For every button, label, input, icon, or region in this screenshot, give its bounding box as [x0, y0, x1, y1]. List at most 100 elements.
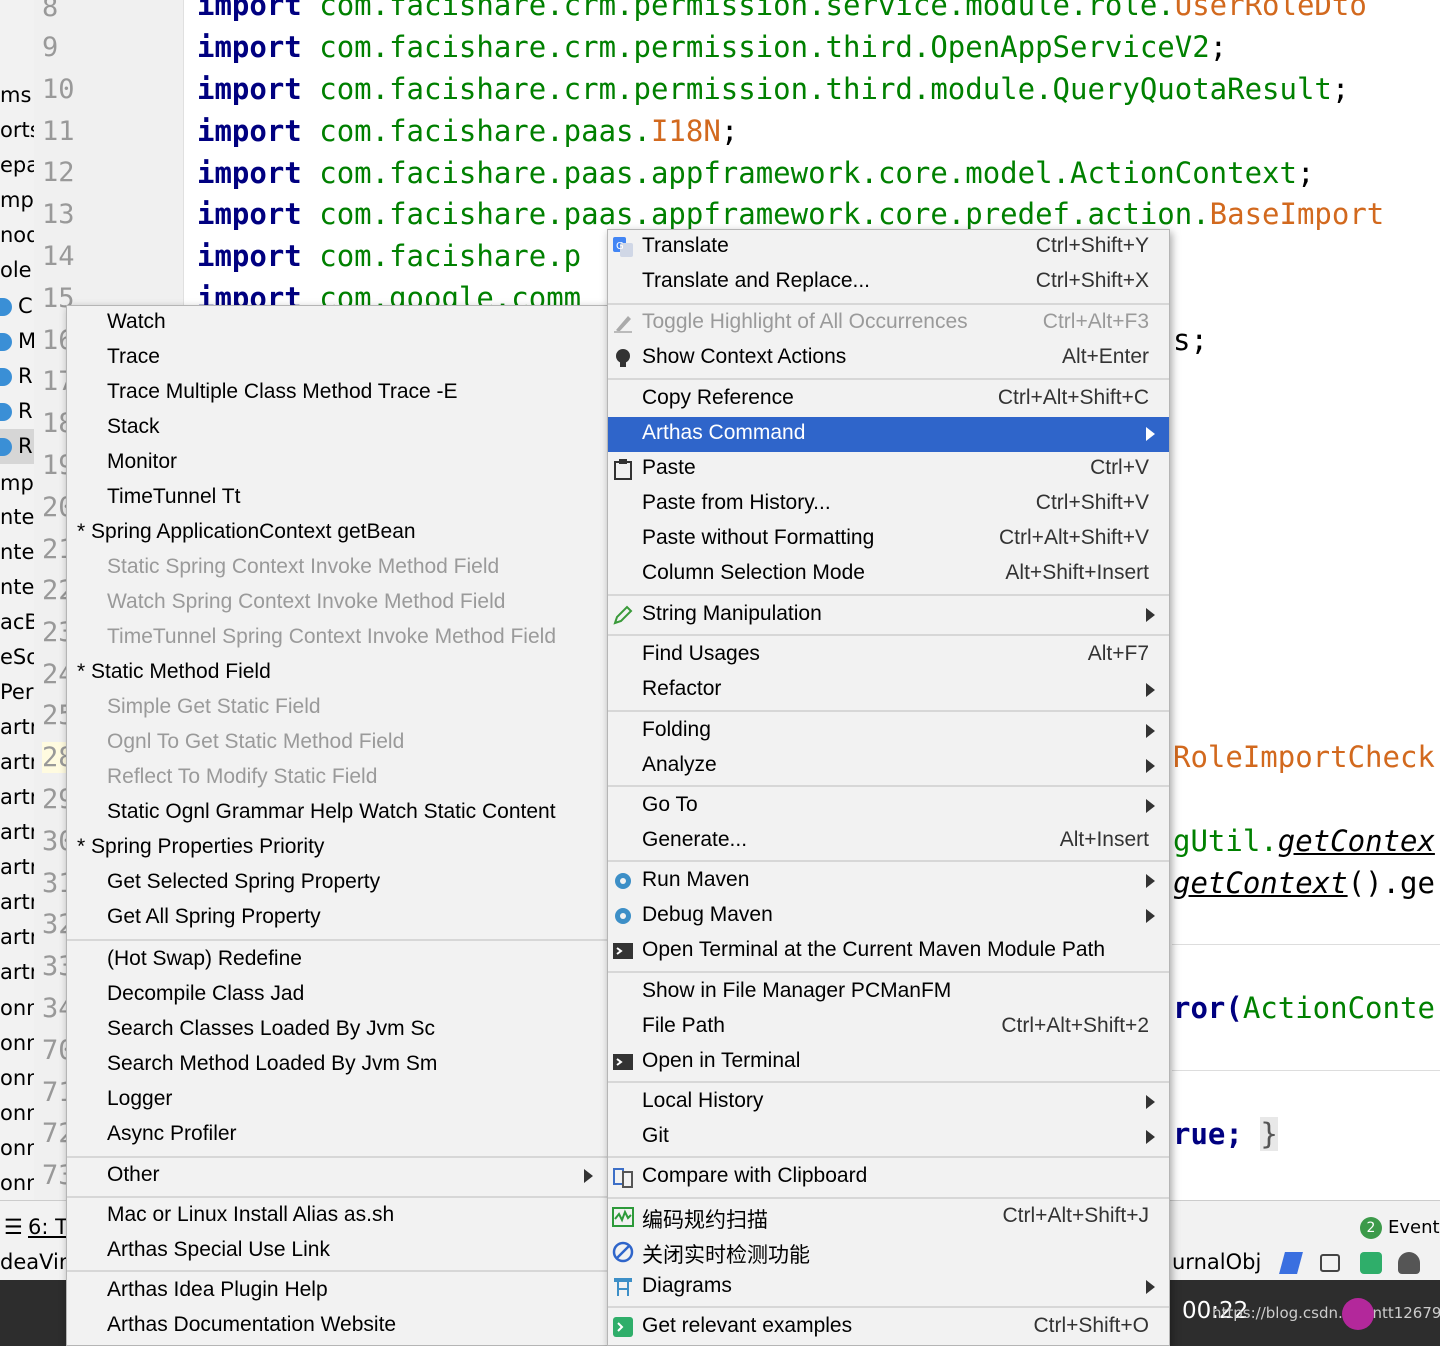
- context-item-compare-with-clipboard[interactable]: Compare with Clipboard: [608, 1160, 1169, 1195]
- tree-item[interactable]: artr: [0, 710, 34, 745]
- context-item-item[interactable]: 编码规约扫描 Ctrl+Alt+Shift+J: [608, 1200, 1169, 1235]
- tree-item[interactable]: onn: [0, 1061, 34, 1096]
- context-item-folding[interactable]: Folding: [608, 714, 1169, 749]
- tree-item[interactable]: artr: [0, 745, 34, 780]
- arthas-item-timetunnel-tt[interactable]: TimeTunnel Tt: [67, 481, 607, 516]
- arthas-item-other[interactable]: Other: [67, 1159, 607, 1194]
- tree-item[interactable]: nter: [0, 570, 34, 605]
- context-item-string-manipulation[interactable]: String Manipulation: [608, 598, 1169, 633]
- tree-item[interactable]: Per: [0, 675, 33, 710]
- arthas-item-arthas-documentation-website[interactable]: Arthas Documentation Website: [67, 1309, 607, 1344]
- tree-item[interactable]: onn: [0, 1131, 34, 1166]
- arthas-item-mac-or-linux-install-alias-as-sh[interactable]: Mac or Linux Install Alias as.sh: [67, 1199, 607, 1234]
- context-item-analyze[interactable]: Analyze: [608, 749, 1169, 784]
- code-line[interactable]: import com.facishare.p: [197, 239, 581, 273]
- arthas-item-get-selected-spring-property[interactable]: Get Selected Spring Property: [67, 866, 607, 901]
- code-line[interactable]: import com.facishare.crm.permission.thir…: [197, 30, 1227, 64]
- arthas-item-search-classes-loaded-by-jvm-sc[interactable]: Search Classes Loaded By Jvm Sc: [67, 1013, 607, 1048]
- tree-item[interactable]: artr: [0, 780, 34, 815]
- tree-item[interactable]: ms: [0, 78, 31, 113]
- arthas-item-spring-properties-priority[interactable]: * Spring Properties Priority: [67, 831, 607, 866]
- arthas-item-monitor[interactable]: Monitor: [67, 446, 607, 481]
- context-item-debug-maven[interactable]: Debug Maven: [608, 899, 1169, 934]
- arthas-item-static-ognl-grammar-help-watch-static-content[interactable]: Static Ognl Grammar Help Watch Static Co…: [67, 796, 607, 831]
- arthas-item-get-all-spring-property[interactable]: Get All Spring Property: [67, 901, 607, 936]
- arthas-item-hot-swap-redefine[interactable]: (Hot Swap) Redefine: [67, 943, 607, 978]
- tree-item[interactable]: R: [0, 394, 33, 429]
- tree-item[interactable]: nod: [0, 218, 34, 253]
- arthas-item-arthas-idea-plugin-help[interactable]: Arthas Idea Plugin Help: [67, 1274, 607, 1309]
- code-line[interactable]: import com.facishare.crm.permission.serv…: [197, 0, 1367, 22]
- tree-item[interactable]: onn: [0, 1166, 34, 1200]
- terminal-status-icon[interactable]: [1360, 1252, 1382, 1274]
- tree-item[interactable]: nter: [0, 500, 34, 535]
- context-item-get-relevant-examples[interactable]: Get relevant examples Ctrl+Shift+O: [608, 1310, 1169, 1345]
- code-line[interactable]: import com.facishare.paas.appframework.c…: [197, 197, 1384, 231]
- context-item-find-usages[interactable]: Find Usages Alt+F7: [608, 638, 1169, 673]
- tree-item[interactable]: mp: [0, 183, 34, 218]
- context-item-refactor[interactable]: Refactor: [608, 673, 1169, 708]
- tree-item[interactable]: mp: [0, 466, 34, 501]
- arthas-item-trace[interactable]: Trace: [67, 341, 607, 376]
- tree-item[interactable]: nter: [0, 535, 34, 570]
- context-item-git[interactable]: Git: [608, 1120, 1169, 1155]
- tree-item[interactable]: M: [0, 324, 34, 359]
- tree-item[interactable]: onn: [0, 1096, 34, 1131]
- context-item-file-path[interactable]: File Path Ctrl+Alt+Shift+2: [608, 1010, 1169, 1045]
- tree-item[interactable]: artr: [0, 815, 34, 850]
- tree-item[interactable]: ole: [0, 253, 32, 288]
- context-item-generate[interactable]: Generate... Alt+Insert: [608, 824, 1169, 859]
- tree-item-selected[interactable]: R: [0, 429, 34, 464]
- context-item-open-in-terminal[interactable]: Open in Terminal: [608, 1045, 1169, 1080]
- inspector-icon[interactable]: [1398, 1252, 1420, 1274]
- tree-item[interactable]: onn: [0, 991, 34, 1026]
- arthas-item-arthas-special-use-link[interactable]: Arthas Special Use Link: [67, 1234, 607, 1269]
- context-item-arthas-command[interactable]: Arthas Command: [608, 417, 1169, 452]
- project-tree[interactable]: ms orts epa mp nod ole C M R R R mp nter…: [0, 0, 34, 1200]
- context-item-column-selection-mode[interactable]: Column Selection Mode Alt+Shift+Insert: [608, 557, 1169, 592]
- code-fragment: rue; }: [1173, 1117, 1278, 1151]
- checkmark-icon[interactable]: [1279, 1252, 1303, 1274]
- arthas-item-decompile-class-jad[interactable]: Decompile Class Jad: [67, 978, 607, 1013]
- code-line[interactable]: import com.facishare.paas.I18N;: [197, 114, 738, 148]
- context-item-go-to[interactable]: Go To: [608, 789, 1169, 824]
- tree-item[interactable]: C: [0, 289, 33, 324]
- event-log-button[interactable]: Event: [1388, 1217, 1440, 1238]
- context-item-open-terminal-at-the-current-maven-module-path[interactable]: Open Terminal at the Current Maven Modul…: [608, 934, 1169, 969]
- context-item-item[interactable]: 关闭实时检测功能: [608, 1235, 1169, 1270]
- tree-item[interactable]: eSo: [0, 640, 34, 675]
- code-punct: ;: [1296, 156, 1315, 190]
- arthas-item-watch[interactable]: Watch: [67, 306, 607, 341]
- app-tray-icon[interactable]: [1342, 1298, 1374, 1330]
- tree-item[interactable]: orts: [0, 113, 34, 148]
- context-item-paste-from-history[interactable]: Paste from History... Ctrl+Shift+V: [608, 487, 1169, 522]
- context-item-copy-reference[interactable]: Copy Reference Ctrl+Alt+Shift+C: [608, 382, 1169, 417]
- context-item-paste-without-formatting[interactable]: Paste without Formatting Ctrl+Alt+Shift+V: [608, 522, 1169, 557]
- code-line[interactable]: import com.facishare.crm.permission.thir…: [197, 72, 1349, 106]
- tree-item[interactable]: epa: [0, 148, 34, 183]
- context-item-translate-and-replace[interactable]: Translate and Replace... Ctrl+Shift+X: [608, 265, 1169, 300]
- arthas-item-static-method-field[interactable]: * Static Method Field: [67, 656, 607, 691]
- tree-item[interactable]: artr: [0, 885, 34, 920]
- arthas-item-async-profiler[interactable]: Async Profiler: [67, 1118, 607, 1153]
- arthas-item-trace-multiple-class-method-trace-e[interactable]: Trace Multiple Class Method Trace -E: [67, 376, 607, 411]
- tree-item[interactable]: artr: [0, 850, 34, 885]
- context-item-show-in-file-manager-pcmanfm[interactable]: Show in File Manager PCManFM: [608, 975, 1169, 1010]
- context-item-run-maven[interactable]: Run Maven: [608, 864, 1169, 899]
- tree-item[interactable]: artr: [0, 955, 34, 990]
- arthas-item-stack[interactable]: Stack: [67, 411, 607, 446]
- tree-item[interactable]: artr: [0, 920, 34, 955]
- context-item-translate[interactable]: G Translate Ctrl+Shift+Y: [608, 230, 1169, 265]
- context-item-diagrams[interactable]: Diagrams: [608, 1270, 1169, 1305]
- code-line[interactable]: import com.facishare.paas.appframework.c…: [197, 156, 1314, 190]
- arthas-item-search-method-loaded-by-jvm-sm[interactable]: Search Method Loaded By Jvm Sm: [67, 1048, 607, 1083]
- arthas-item-logger[interactable]: Logger: [67, 1083, 607, 1118]
- context-item-local-history[interactable]: Local History: [608, 1085, 1169, 1120]
- tree-item[interactable]: onn: [0, 1026, 34, 1061]
- context-item-show-context-actions[interactable]: Show Context Actions Alt+Enter: [608, 341, 1169, 376]
- tree-item[interactable]: R: [0, 359, 33, 394]
- context-item-paste[interactable]: Paste Ctrl+V: [608, 452, 1169, 487]
- tree-item[interactable]: acBi: [0, 605, 34, 640]
- arthas-item-spring-applicationcontext-getbean[interactable]: * Spring ApplicationContext getBean: [67, 516, 607, 551]
- lock-icon[interactable]: [1320, 1254, 1340, 1272]
